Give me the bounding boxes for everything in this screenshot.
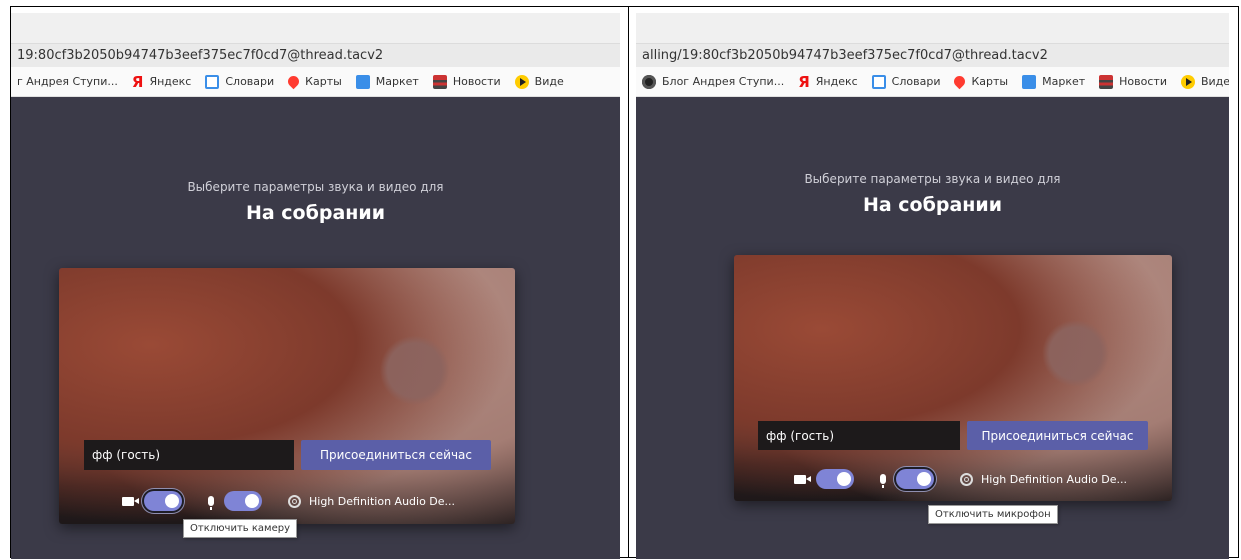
- screenshot-right: alling/19:80cf3b2050b94747b3eef375ec7f0c…: [636, 13, 1229, 559]
- prejoin-subtitle: Выберите параметры звука и видео для: [804, 172, 1061, 186]
- meeting-title: На собрании: [862, 194, 1003, 216]
- bookmarks-bar: Блог Андрея Ступи... Я Яндекс Словари Кар…: [636, 67, 1229, 97]
- gear-icon[interactable]: [960, 472, 973, 486]
- bookmark-yandex[interactable]: Я Яндекс: [132, 73, 191, 91]
- meeting-title: На собрании: [245, 202, 386, 224]
- camera-toggle[interactable]: [816, 469, 854, 489]
- microphone-toggle[interactable]: [224, 491, 262, 511]
- yandex-icon: Я: [798, 72, 810, 91]
- audio-device-label[interactable]: High Definition Audio De...: [981, 473, 1127, 486]
- teams-prejoin-screen: Выберите параметры звука и видео для На …: [636, 97, 1229, 559]
- bookmark-label: Карты: [971, 75, 1009, 88]
- gear-icon[interactable]: [288, 494, 301, 508]
- bookmark-label: Новости: [1119, 75, 1167, 88]
- microphone-tooltip: Отключить микрофон: [928, 505, 1058, 524]
- news-icon: [432, 74, 447, 89]
- join-now-button[interactable]: Присоединиться сейчас: [301, 440, 491, 470]
- address-bar[interactable]: alling/19:80cf3b2050b94747b3eef375ec7f0c…: [636, 43, 1229, 67]
- bookmark-label: Маркет: [1042, 75, 1086, 88]
- toggle-knob: [917, 472, 931, 486]
- teams-prejoin-screen: Выберите параметры звука и видео для На …: [11, 97, 620, 559]
- bookmark-blog[interactable]: г Андрея Ступи...: [17, 75, 118, 88]
- slovari-icon: [205, 74, 220, 89]
- audio-device-label[interactable]: High Definition Audio De...: [309, 495, 455, 508]
- bookmark-video[interactable]: Виде: [514, 74, 564, 89]
- bookmark-label: Карты: [305, 75, 342, 88]
- video-icon: [1180, 74, 1195, 89]
- toggle-knob: [245, 494, 259, 508]
- camera-toggle[interactable]: [144, 491, 182, 511]
- device-controls: High Definition Audio De...: [794, 469, 1127, 489]
- prejoin-subtitle: Выберите параметры звука и видео для: [187, 180, 444, 194]
- bookmark-maps[interactable]: Карты: [952, 73, 1009, 90]
- bookmark-label: Словари: [891, 75, 941, 88]
- microphone-icon: [880, 474, 886, 488]
- bookmark-maps[interactable]: Карты: [285, 73, 342, 90]
- bookmark-label: Словари: [225, 75, 275, 88]
- guest-name-input[interactable]: фф (гость): [84, 440, 294, 470]
- device-controls: High Definition Audio De...: [122, 491, 455, 511]
- bookmark-yandex[interactable]: Я Яндекс: [798, 73, 857, 91]
- bookmark-market[interactable]: Маркет: [355, 74, 419, 89]
- bookmark-news[interactable]: Новости: [432, 74, 501, 89]
- video-icon: [514, 74, 529, 89]
- bookmark-blog[interactable]: Блог Андрея Ступи...: [642, 74, 785, 89]
- maps-pin-icon: [952, 73, 968, 90]
- maps-pin-icon: [285, 73, 302, 90]
- microphone-toggle[interactable]: [896, 469, 934, 489]
- bookmark-label: г Андрея Ступи...: [17, 75, 118, 88]
- comparison-table: 19:80cf3b2050b94747b3eef375ec7f0cd7@thre…: [10, 6, 1239, 559]
- slovari-icon: [871, 74, 886, 89]
- join-now-button[interactable]: Присоединиться сейчас: [967, 421, 1148, 450]
- bookmark-label: Яндекс: [149, 75, 192, 88]
- browser-tabstrip: [636, 13, 1229, 43]
- bookmark-slovari[interactable]: Словари: [871, 74, 941, 89]
- bookmarks-bar: г Андрея Ступи... Я Яндекс Словари Карты …: [11, 67, 620, 97]
- column-divider: [628, 7, 629, 557]
- microphone-icon: [208, 496, 214, 510]
- bookmark-label: Виде: [534, 75, 564, 88]
- toggle-knob: [837, 472, 851, 486]
- camera-icon: [122, 496, 139, 506]
- bookmark-label: Новости: [452, 75, 501, 88]
- bookmark-video[interactable]: Видео: [1180, 74, 1229, 89]
- bookmark-market[interactable]: Маркет: [1022, 74, 1086, 89]
- news-icon: [1099, 74, 1114, 89]
- camera-tooltip: Отключить камеру: [183, 519, 297, 538]
- bookmark-label: Видео: [1200, 75, 1229, 88]
- market-icon: [1022, 74, 1037, 89]
- yandex-icon: Я: [131, 72, 144, 91]
- bookmark-news[interactable]: Новости: [1099, 74, 1167, 89]
- bookmark-label: Блог Андрея Ступи...: [662, 75, 785, 88]
- bookmark-label: Маркет: [375, 75, 419, 88]
- bookmark-label: Яндекс: [815, 75, 858, 88]
- toggle-knob: [165, 494, 179, 508]
- screenshot-left: 19:80cf3b2050b94747b3eef375ec7f0cd7@thre…: [11, 13, 620, 559]
- address-bar[interactable]: 19:80cf3b2050b94747b3eef375ec7f0cd7@thre…: [11, 43, 620, 67]
- camera-icon: [794, 474, 811, 484]
- video-preview: фф (гость) Присоединиться сейчас High De…: [59, 268, 515, 524]
- blog-icon: [642, 74, 656, 89]
- guest-name-input[interactable]: фф (гость): [758, 421, 960, 450]
- browser-tabstrip: [11, 13, 620, 43]
- bookmark-slovari[interactable]: Словари: [205, 74, 275, 89]
- video-preview: фф (гость) Присоединиться сейчас High De…: [734, 255, 1172, 501]
- market-icon: [355, 74, 370, 89]
